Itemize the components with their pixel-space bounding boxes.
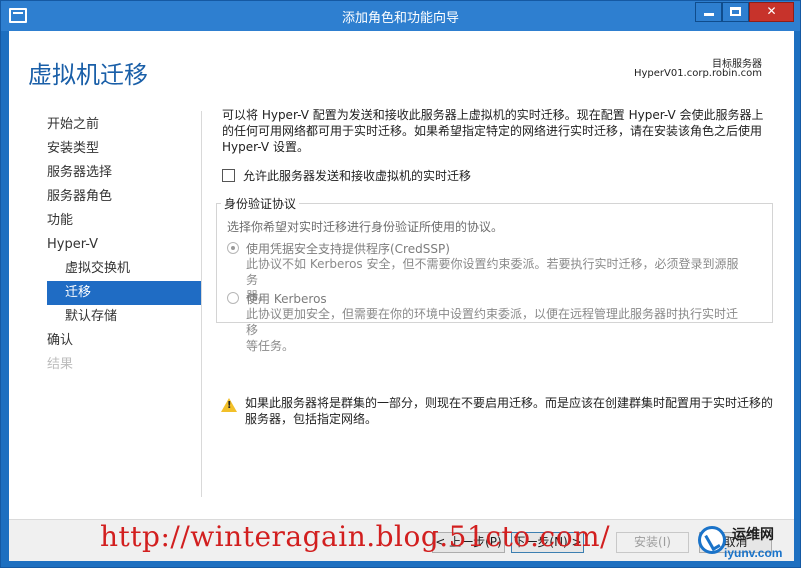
intro-line: 的任何可用网络都可用于实时迁移。如果希望指定特定的网络进行实时迁移，请在安装该角… <box>222 124 763 138</box>
credssp-label[interactable]: 使用凭据安全支持提供程序(CredSSP) <box>246 240 450 257</box>
description-line: 此协议不如 Kerberos 安全，但不需要你设置约束委派。若要执行实时迁移，必… <box>246 257 739 287</box>
migration-content: 可以将 Hyper-V 配置为发送和接收此服务器上虚拟机的实时迁移。现在配置 H… <box>216 107 777 426</box>
intro-line: Hyper-V 设置。 <box>222 140 309 154</box>
nav-item-before-you-begin[interactable]: 开始之前 <box>47 113 202 137</box>
nav-item-confirmation[interactable]: 确认 <box>47 329 202 353</box>
enable-live-migration-row[interactable]: 允许此服务器发送和接收虚拟机的实时迁移 <box>222 167 777 184</box>
nav-item-default-stores[interactable]: 默认存储 <box>47 305 202 329</box>
install-button: 安装(I) <box>616 532 689 553</box>
group-legend: 身份验证协议 <box>221 195 300 212</box>
title-bar[interactable]: 添加角色和功能向导 ✕ <box>1 1 800 31</box>
minimize-button[interactable] <box>695 2 722 22</box>
enable-live-migration-label[interactable]: 允许此服务器发送和接收虚拟机的实时迁移 <box>243 167 471 184</box>
window-title: 添加角色和功能向导 <box>341 11 459 26</box>
site-logo: 运维网 iyunv.com <box>696 520 796 564</box>
kerberos-option[interactable]: 使用 Kerberos <box>227 290 327 307</box>
cluster-warning: 如果此服务器将是群集的一部分，则现在不要启用迁移。而是应该在创建群集时配置用于实… <box>221 395 776 427</box>
logo-text-bottom: iyunv.com <box>724 546 783 560</box>
nav-item-virtual-switches[interactable]: 虚拟交换机 <box>47 257 202 281</box>
intro-text: 可以将 Hyper-V 配置为发送和接收此服务器上虚拟机的实时迁移。现在配置 H… <box>222 107 777 155</box>
nav-item-server-selection[interactable]: 服务器选择 <box>47 161 202 185</box>
watermark-url: http://winteragain.blog.51cto.com/ <box>100 520 611 553</box>
nav-item-server-roles[interactable]: 服务器角色 <box>47 185 202 209</box>
close-icon: ✕ <box>766 4 777 18</box>
wizard-window: 添加角色和功能向导 ✕ 虚拟机迁移 目标服务器 HyperV01.corp.ro… <box>0 0 801 568</box>
destination-server-value: HyperV01.corp.robin.com <box>633 68 762 79</box>
nav-item-installation-type[interactable]: 安装类型 <box>47 137 202 161</box>
nav-item-results: 结果 <box>47 357 74 372</box>
description-line: 等任务。 <box>246 339 295 353</box>
minimize-icon <box>703 13 714 16</box>
nav-item-migration[interactable]: 迁移 <box>47 281 202 305</box>
nav-divider <box>201 111 202 497</box>
page-title: 虚拟机迁移 <box>28 61 148 89</box>
warning-line: 如果此服务器将是群集的一部分，则现在不要启用迁移。而是应该在创建群集时配置用于实… <box>245 396 774 410</box>
logo-text-top: 运维网 <box>732 527 774 543</box>
intro-line: 可以将 Hyper-V 配置为发送和接收此服务器上虚拟机的实时迁移。现在配置 H… <box>222 108 764 122</box>
wizard-nav: 开始之前 安装类型 服务器选择 服务器角色 功能 Hyper-V 虚拟交换机 迁… <box>47 113 202 377</box>
warning-text: 如果此服务器将是群集的一部分，则现在不要启用迁移。而是应该在创建群集时配置用于实… <box>245 395 773 427</box>
credssp-option[interactable]: 使用凭据安全支持提供程序(CredSSP) <box>227 240 450 257</box>
authentication-protocol-group: 身份验证协议 选择你希望对实时迁移进行身份验证所使用的协议。 使用凭据安全支持提… <box>216 195 773 353</box>
description-line: 此协议更加安全，但需要在你的环境中设置约束委派，以便在远程管理此服务器时执行实时… <box>246 307 739 337</box>
warning-icon <box>221 398 237 412</box>
group-description: 选择你希望对实时迁移进行身份验证所使用的协议。 <box>227 220 504 234</box>
kerberos-label[interactable]: 使用 Kerberos <box>246 290 327 307</box>
nav-item-features[interactable]: 功能 <box>47 209 202 233</box>
maximize-icon <box>730 7 741 16</box>
nav-item-hyper-v[interactable]: Hyper-V <box>47 233 202 257</box>
maximize-button[interactable] <box>722 2 749 22</box>
kerberos-radio[interactable] <box>227 292 239 304</box>
kerberos-description: 此协议更加安全，但需要在你的环境中设置约束委派，以便在远程管理此服务器时执行实时… <box>227 306 747 354</box>
enable-live-migration-checkbox[interactable] <box>222 169 235 182</box>
logo-icon <box>698 526 726 554</box>
wizard-client-area: 虚拟机迁移 目标服务器 HyperV01.corp.robin.com 开始之前… <box>9 31 794 561</box>
warning-line: 服务器，包括指定网络。 <box>245 412 378 426</box>
credssp-radio[interactable] <box>227 242 239 254</box>
close-button[interactable]: ✕ <box>749 2 794 22</box>
